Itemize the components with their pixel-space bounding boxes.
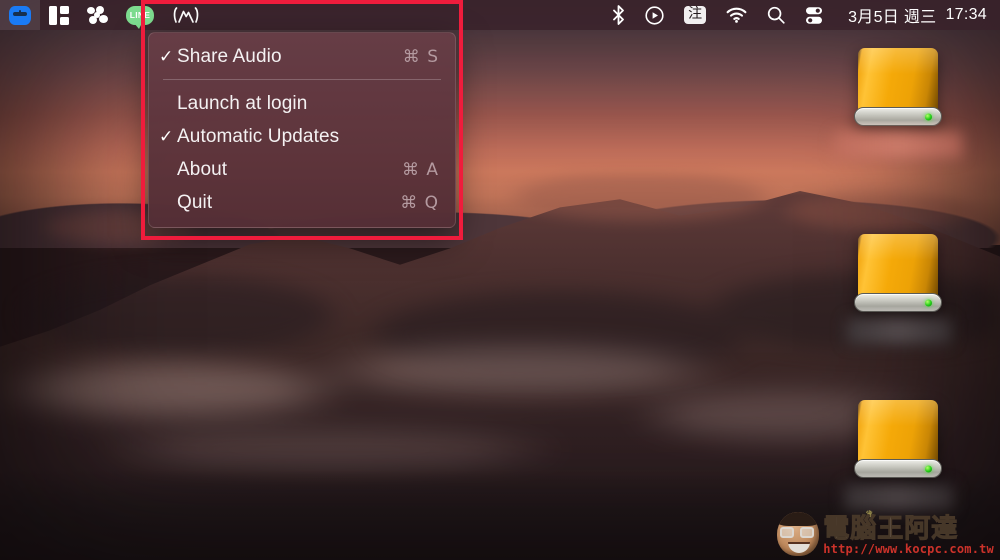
menu-bar-item-nordvpn[interactable] <box>163 0 209 30</box>
menu-item-automatic-updates[interactable]: ✓ Automatic Updates <box>149 120 455 153</box>
line-icon-label: LINE <box>130 11 151 20</box>
menu-item-quit[interactable]: Quit ⌘ Q <box>149 186 455 219</box>
menu-bar-item-bluetooth[interactable] <box>603 0 634 30</box>
watermark-title: 電腦王阿達 <box>823 515 958 543</box>
menu-item-share-audio[interactable]: ✓ Share Audio ⌘ S <box>149 40 455 73</box>
drive-led-icon <box>925 465 932 472</box>
line-icon: LINE <box>126 6 154 25</box>
checkmark-icon: ✓ <box>159 128 177 145</box>
menu-bar-clock[interactable]: 3月5日 週三 17:34 <box>834 3 991 27</box>
watermark-text: ♛ 電腦王阿達 http://www.kocpc.com.tw <box>823 510 994 556</box>
desktop-icon-drive-1[interactable] <box>852 46 944 158</box>
window-layout-icon <box>49 6 69 25</box>
external-drive-icon <box>852 232 944 314</box>
glasses-icon <box>780 527 816 538</box>
menu-bar-item-now-playing[interactable] <box>636 0 673 30</box>
fan-icon <box>87 6 108 25</box>
menu-item-shortcut: ⌘ Q <box>400 193 439 213</box>
menu-item-label: Share Audio <box>177 46 403 68</box>
desktop-icon-drive-2[interactable] <box>852 232 944 344</box>
menu-bar-item-line[interactable]: LINE <box>117 0 163 30</box>
clock-time: 17:34 <box>945 6 987 24</box>
play-circle-icon <box>645 6 664 25</box>
search-icon <box>767 6 785 24</box>
menu-bar-status-items-left: LINE <box>0 0 209 30</box>
input-method-badge: 注 <box>684 6 706 24</box>
drive-bezel <box>854 107 942 126</box>
watermark: ♛ 電腦王阿達 http://www.kocpc.com.tw <box>777 510 994 556</box>
menu-bar-item-input-method[interactable]: 注 <box>675 0 715 30</box>
menu-item-shortcut: ⌘ A <box>402 160 439 180</box>
drive-led-icon <box>925 299 932 306</box>
drive-led-icon <box>925 113 932 120</box>
watermark-hair <box>777 512 819 526</box>
menu-bar-status-items-right: 注 <box>603 0 1000 30</box>
control-center-icon <box>805 6 823 25</box>
menu-bar: LINE <box>0 0 1000 30</box>
airpods-icon <box>9 6 31 25</box>
drive-bezel <box>854 293 942 312</box>
drive-casing <box>858 48 938 114</box>
drive-casing <box>858 400 938 466</box>
menu-item-label: Automatic Updates <box>177 126 439 148</box>
external-drive-icon <box>852 46 944 128</box>
external-drive-icon <box>852 398 944 480</box>
drive-casing <box>858 234 938 300</box>
watermark-mouth <box>788 542 810 553</box>
wifi-icon <box>726 7 747 23</box>
desktop-icon-drive-3[interactable] <box>852 398 944 510</box>
menu-bar-item-control-center[interactable] <box>796 0 832 30</box>
airpods-dropdown-menu: ✓ Share Audio ⌘ S Launch at login ✓ Auto… <box>148 32 456 228</box>
menu-item-label: Quit <box>177 192 400 214</box>
watermark-url: http://www.kocpc.com.tw <box>823 543 994 556</box>
menu-bar-item-window-layout[interactable] <box>40 0 78 30</box>
menu-item-label: About <box>177 159 402 181</box>
menu-bar-item-airpods[interactable] <box>0 0 40 30</box>
menu-separator <box>163 79 441 80</box>
clock-date: 3月5日 週三 <box>848 3 936 27</box>
bluetooth-icon <box>612 5 625 25</box>
watermark-face-logo <box>777 512 819 556</box>
desktop: LINE <box>0 0 1000 560</box>
drive-label-redacted <box>844 484 954 510</box>
menu-item-shortcut: ⌘ S <box>403 47 439 67</box>
menu-bar-item-macs-fan-control[interactable] <box>78 0 117 30</box>
drive-bezel <box>854 459 942 478</box>
menu-item-about[interactable]: About ⌘ A <box>149 153 455 186</box>
drive-label-redacted <box>834 132 962 158</box>
menu-item-launch-at-login[interactable]: Launch at login <box>149 87 455 120</box>
menu-bar-item-spotlight[interactable] <box>758 0 794 30</box>
menu-item-label: Launch at login <box>177 93 439 115</box>
drive-label-redacted <box>846 318 952 344</box>
checkmark-icon: ✓ <box>159 48 177 65</box>
menu-bar-item-wifi[interactable] <box>717 0 756 30</box>
nordvpn-mountain-icon <box>172 6 200 25</box>
